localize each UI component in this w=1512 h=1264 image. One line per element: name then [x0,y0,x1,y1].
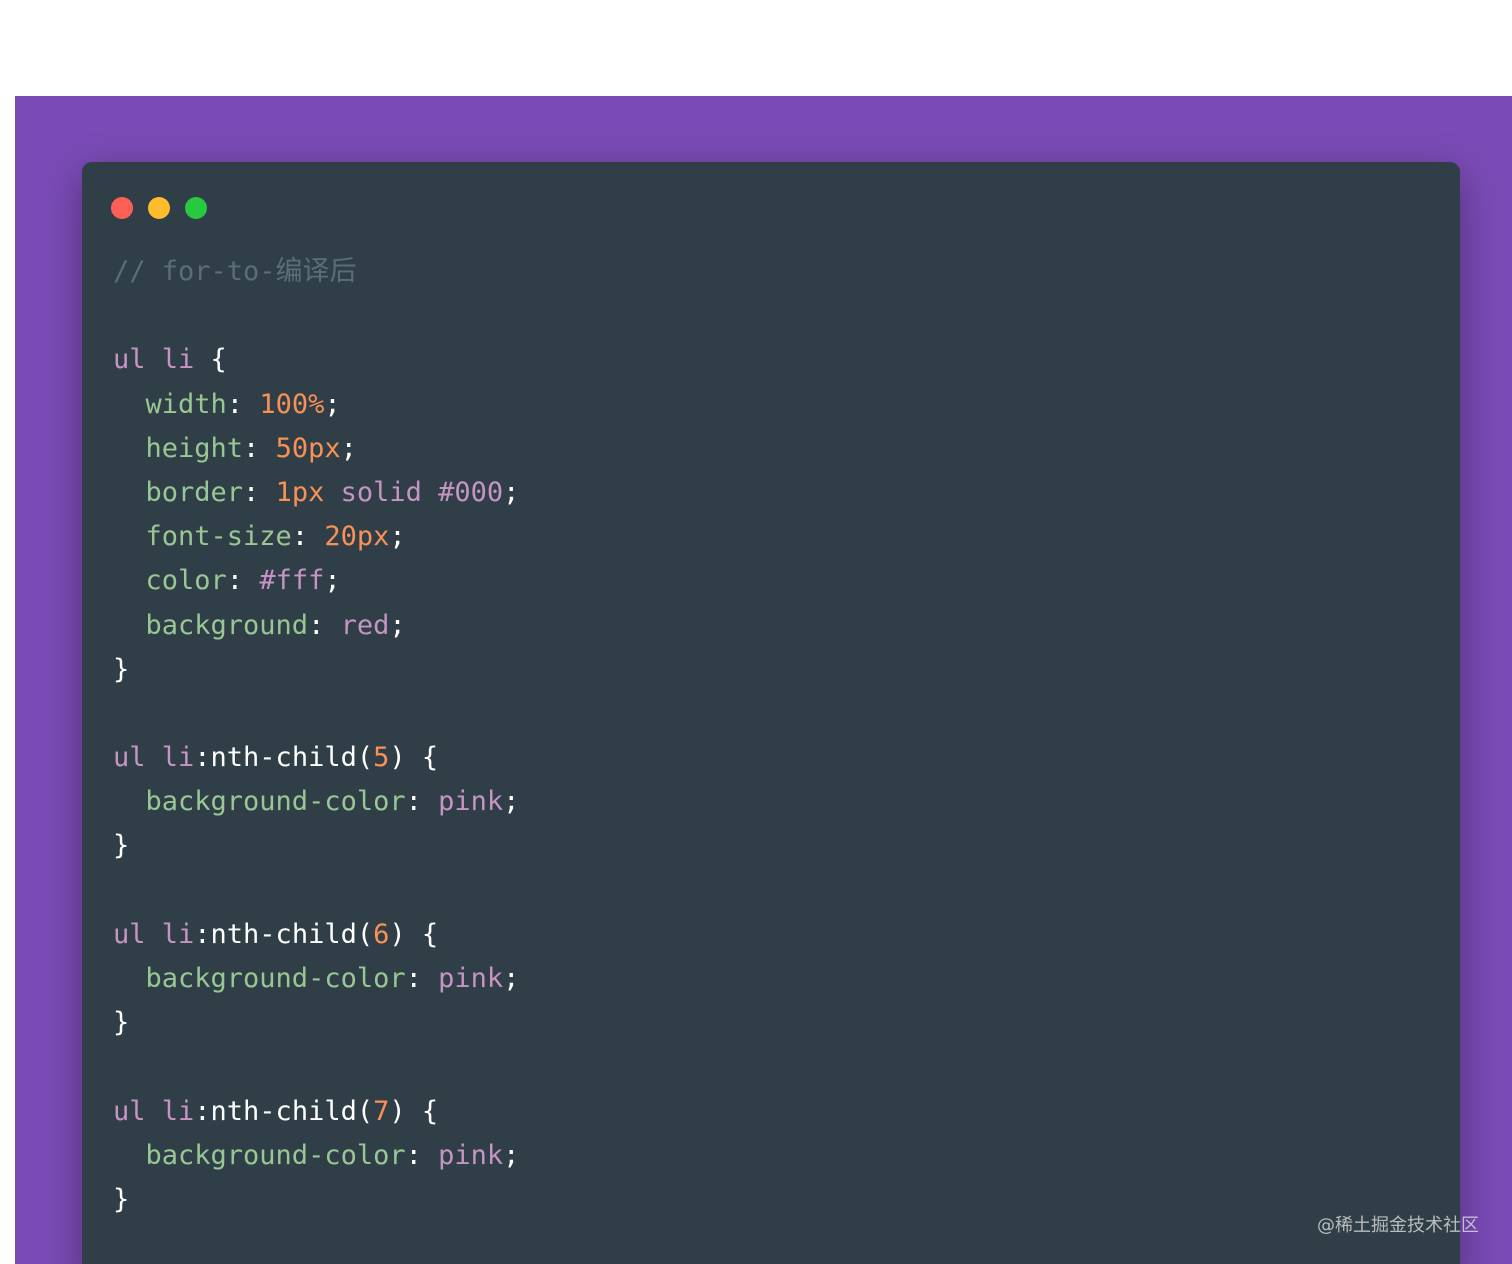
code-token: : [226,565,260,597]
code-token: 20px [324,521,390,553]
code-token: width [113,388,227,420]
code-line: background: red; [113,604,519,648]
close-dot-icon[interactable] [111,197,133,219]
code-line: background-color: pink; [113,780,520,824]
code-token: : [405,1139,439,1171]
code-token: ; [503,963,520,994]
code-token: 50px [275,432,341,464]
code-line: height: 50px; [113,427,519,471]
code-token: pink [438,1139,504,1171]
code-token: ) { [389,918,439,950]
code-token: : [243,432,276,464]
code-line: font-size: 20px; [113,515,519,559]
code-line: ul li:nth-child(5) { [113,736,519,780]
code-token: background-color [113,786,406,818]
code-token: ul li [113,742,195,774]
code-token: ul li [113,1095,195,1127]
code-line: width: 100%; [113,383,519,427]
code-token: 5 [373,742,390,774]
code-token: :nth-child( [194,918,374,950]
code-token: ; [324,565,341,597]
code-line: } [113,824,519,868]
code-token: #fff [259,565,325,597]
code-token: ) { [389,742,439,774]
code-token: ) { [389,1095,439,1127]
code-token: : [405,786,439,818]
watermark: @稀土掘金技术社区 [1317,1215,1479,1236]
code-token: : [226,388,260,420]
code-token: : [291,521,325,553]
maximize-dot-icon[interactable] [185,197,207,219]
code-token: red [340,609,390,641]
code-token: background-color [113,1139,406,1171]
code-token: // for-to-编译后 [113,256,357,287]
code-token: pink [438,963,504,994]
code-token: height [113,432,244,464]
code-window: // for-to-编译后 ul li { width: 100%; height… [82,162,1460,1264]
code-token: border [113,476,244,508]
code-token: 100% [259,388,325,420]
code-token: ; [389,521,406,553]
code-line: } [113,1178,519,1222]
code-line: background-color: pink; [113,957,520,1001]
minimize-dot-icon[interactable] [148,197,170,219]
code-token: : [405,963,439,994]
code-token: : [243,476,276,508]
code-token: background-color [113,963,406,994]
code-token: solid #000 [324,476,504,508]
code-line: // for-to-编译后 [113,250,519,294]
code-token: ; [503,1139,520,1171]
code-token: ; [340,432,357,464]
code-line: ul li:nth-child(6) { [113,913,519,957]
code-token: } [113,653,130,685]
code-block: // for-to-编译后 ul li { width: 100%; height… [113,250,519,1222]
code-token: ; [503,476,520,508]
backdrop: // for-to-编译后 ul li { width: 100%; height… [15,96,1512,1264]
code-line: ul li { [113,338,519,382]
code-line: border: 1px solid #000; [113,471,520,515]
code-line: background-color: pink; [113,1134,520,1178]
code-token: 6 [373,918,390,950]
code-token: color [113,565,227,597]
window-controls [111,197,207,219]
code-token: font-size [113,521,292,553]
code-token: } [113,830,130,862]
code-token: { [194,344,227,376]
code-token: ; [324,388,341,420]
code-line: color: #fff; [113,559,519,603]
code-token: : [308,609,341,641]
code-token: ul li [113,344,195,376]
code-token: pink [438,786,504,818]
code-token: } [113,1183,130,1215]
code-line: ul li:nth-child(7) { [113,1090,519,1134]
code-line: } [113,1001,519,1045]
code-token: background [113,609,309,641]
code-token: :nth-child( [194,1095,374,1127]
code-token: ; [389,609,406,641]
code-token: ul li [113,918,195,950]
code-token: ; [503,786,520,818]
code-token: 7 [373,1095,390,1127]
code-token: :nth-child( [194,742,374,774]
code-line: } [113,648,519,692]
code-token: 1px [275,476,325,508]
code-token: } [113,1007,130,1039]
